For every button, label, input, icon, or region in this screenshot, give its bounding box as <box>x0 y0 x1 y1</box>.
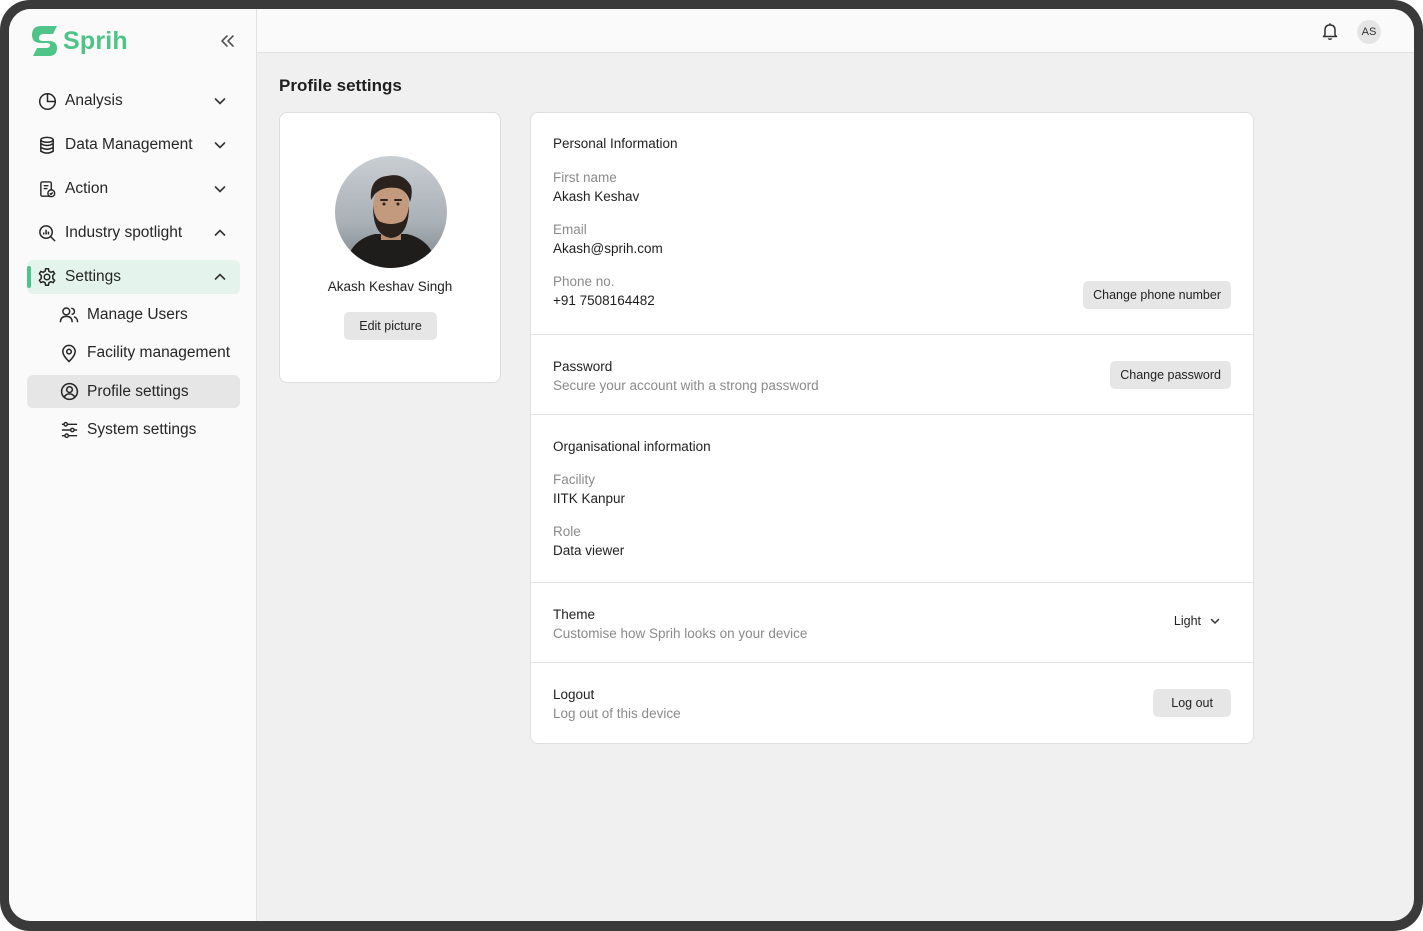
sprih-logo-icon <box>32 26 57 56</box>
organisational-information-section: Organisational information Facility IITK… <box>531 415 1253 583</box>
sidebar-sub-label: Facility management <box>87 344 231 361</box>
sidebar-item-facility-management[interactable]: Facility management <box>27 337 240 370</box>
settings-submenu: Manage Users Facility management Profile… <box>27 298 240 447</box>
sidebar-item-industry-spotlight[interactable]: Industry spotlight <box>27 216 240 250</box>
sidebar-sub-label: Profile settings <box>87 382 189 400</box>
device-frame: Sprih Analysis Data Management Action In… <box>0 0 1423 931</box>
email-label: Email <box>553 222 587 237</box>
top-bar: AS <box>257 9 1414 53</box>
location-pin-icon <box>59 343 79 363</box>
gear-icon <box>37 267 57 287</box>
change-password-button[interactable]: Change password <box>1110 361 1231 389</box>
sidebar-item-label: Action <box>65 180 109 197</box>
brand-name: Sprih <box>63 26 128 55</box>
sidebar-item-label: Industry spotlight <box>65 224 183 241</box>
profile-photo <box>335 156 447 268</box>
sidebar: Sprih Analysis Data Management Action In… <box>9 9 257 921</box>
sliders-icon <box>59 420 79 440</box>
pie-chart-icon <box>37 91 57 111</box>
profile-info-card: Personal Information First name Akash Ke… <box>530 112 1254 744</box>
chevron-down-icon <box>1210 618 1220 625</box>
section-title: Logout <box>553 687 595 702</box>
sidebar-item-label: Analysis <box>65 92 123 109</box>
edit-picture-button[interactable]: Edit picture <box>344 312 437 340</box>
change-phone-number-button[interactable]: Change phone number <box>1083 281 1231 309</box>
chevron-down-icon <box>214 142 226 149</box>
page-title: Profile settings <box>279 76 402 95</box>
brand-logo[interactable]: Sprih <box>31 21 241 61</box>
section-title: Organisational information <box>553 439 711 454</box>
collapse-sidebar-button[interactable] <box>213 27 241 55</box>
user-circle-icon <box>59 382 79 402</box>
chevron-up-icon <box>214 273 226 280</box>
database-icon <box>37 135 57 155</box>
profile-card: Akash Keshav Singh Edit picture <box>279 112 501 383</box>
facility-label: Facility <box>553 472 596 487</box>
facility-value: IITK Kanpur <box>553 491 626 506</box>
chevron-up-icon <box>214 229 226 236</box>
sidebar-sub-label: System settings <box>87 421 197 438</box>
chevron-down-icon <box>214 186 226 193</box>
double-chevron-left-icon <box>221 35 234 47</box>
theme-value: Light <box>1173 614 1201 628</box>
email-value: Akash@sprih.com <box>553 241 663 256</box>
profile-name: Akash Keshav Singh <box>327 279 453 294</box>
password-section: Password Secure your account with a stro… <box>531 335 1253 415</box>
sidebar-item-system-settings[interactable]: System settings <box>27 414 240 447</box>
logout-section: Logout Log out of this device Log out <box>531 663 1253 743</box>
log-out-button[interactable]: Log out <box>1153 689 1231 717</box>
notification-bell-icon[interactable] <box>1320 21 1340 41</box>
chevron-down-icon <box>214 98 226 105</box>
first-name-label: First name <box>553 170 617 185</box>
section-description: Log out of this device <box>553 706 681 721</box>
theme-section: Theme Customise how Sprih looks on your … <box>531 583 1253 663</box>
role-label: Role <box>553 524 581 539</box>
sidebar-item-action[interactable]: Action <box>27 172 240 206</box>
sidebar-sub-label: Manage Users <box>87 305 188 323</box>
role-value: Data viewer <box>553 543 625 558</box>
sidebar-item-label: Data Management <box>65 136 193 153</box>
sidebar-nav: Analysis Data Management Action Industry… <box>27 84 240 452</box>
sidebar-item-settings[interactable]: Settings <box>27 260 240 294</box>
sidebar-item-manage-users[interactable]: Manage Users <box>27 298 240 331</box>
users-icon <box>59 305 79 325</box>
section-title: Theme <box>553 607 596 622</box>
personal-information-section: Personal Information First name Akash Ke… <box>531 113 1253 335</box>
sidebar-item-profile-settings[interactable]: Profile settings <box>27 375 240 408</box>
first-name-value: Akash Keshav <box>553 189 640 204</box>
sidebar-item-analysis[interactable]: Analysis <box>27 84 240 118</box>
section-title: Personal Information <box>553 136 678 151</box>
app-window: Sprih Analysis Data Management Action In… <box>9 9 1414 921</box>
theme-dropdown[interactable]: Light <box>1174 614 1221 628</box>
sidebar-item-label: Settings <box>65 268 122 285</box>
magnify-chart-icon <box>37 223 57 243</box>
section-description: Customise how Sprih looks on your device <box>553 626 808 641</box>
clipboard-check-icon <box>37 179 57 199</box>
user-avatar[interactable]: AS <box>1357 20 1381 44</box>
sidebar-item-data-management[interactable]: Data Management <box>27 128 240 162</box>
main-content: AS Profile settings Akash Keshav Singh E… <box>257 9 1414 921</box>
